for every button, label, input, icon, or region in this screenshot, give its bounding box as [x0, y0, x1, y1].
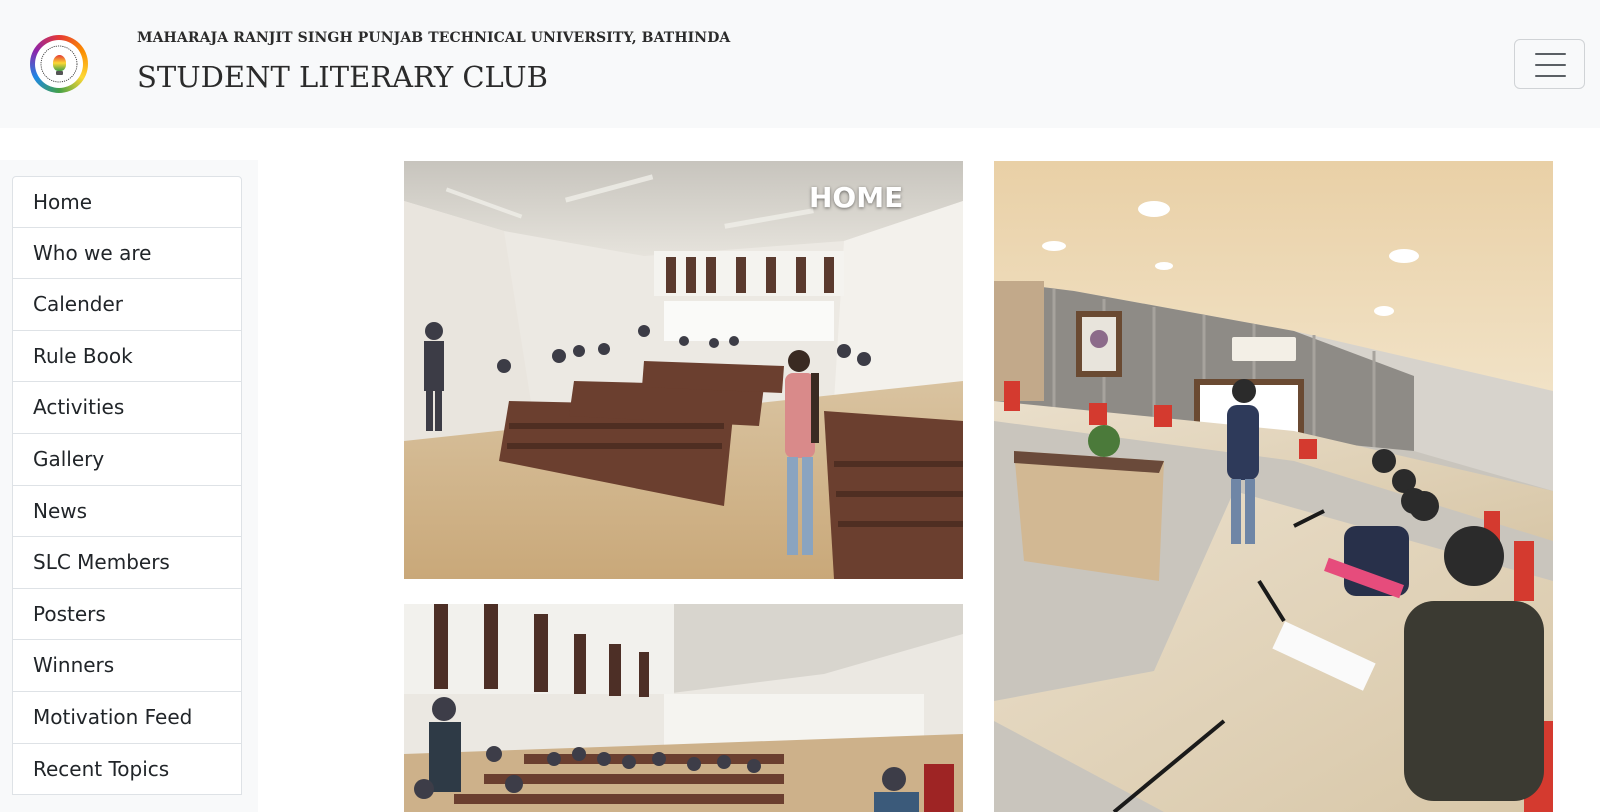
students-hall-image	[404, 604, 963, 812]
sidebar: Home Who we are Calender Rule Book Activ…	[0, 160, 258, 812]
navbar-toggle-button[interactable]	[1514, 39, 1585, 89]
sidebar-item-motivation-feed[interactable]: Motivation Feed	[12, 691, 242, 744]
sidebar-item-home[interactable]: Home	[12, 176, 242, 228]
lightbulb-icon	[53, 55, 66, 71]
gallery-photo-students-hall[interactable]	[404, 604, 963, 812]
sidebar-item-gallery[interactable]: Gallery	[12, 433, 242, 486]
sidebar-item-rule-book[interactable]: Rule Book	[12, 330, 242, 383]
gallery-photo-lecture-hall[interactable]: HOME	[404, 161, 963, 579]
logo-inner-badge	[35, 40, 83, 88]
hamburger-menu-icon	[1535, 75, 1566, 77]
photo-overlay-caption: HOME	[809, 181, 904, 214]
sidebar-item-posters[interactable]: Posters	[12, 588, 242, 641]
sidebar-item-activities[interactable]: Activities	[12, 382, 242, 434]
student-literary-club-logo[interactable]	[30, 35, 88, 93]
site-header: MAHARAJA RANJIT SINGH PUNJAB TECHNICAL U…	[0, 0, 1600, 128]
sidebar-item-news[interactable]: News	[12, 485, 242, 538]
lecture-hall-image	[404, 161, 963, 579]
sidebar-item-recent-topics[interactable]: Recent Topics	[12, 743, 242, 796]
lightbulb-base	[56, 71, 63, 75]
university-name: MAHARAJA RANJIT SINGH PUNJAB TECHNICAL U…	[137, 30, 731, 46]
sidebar-item-who-we-are[interactable]: Who we are	[12, 227, 242, 280]
club-title[interactable]: STUDENT LITERARY CLUB	[137, 60, 548, 94]
sidebar-item-slc-members[interactable]: SLC Members	[12, 537, 242, 589]
sidebar-item-winners[interactable]: Winners	[12, 640, 242, 692]
hamburger-menu-icon	[1535, 53, 1566, 55]
sidebar-nav-list: Home Who we are Calender Rule Book Activ…	[12, 176, 242, 796]
gallery-photo-meeting-room[interactable]	[994, 161, 1553, 812]
sidebar-item-calender[interactable]: Calender	[12, 279, 242, 331]
hamburger-menu-icon	[1535, 64, 1566, 66]
meeting-room-image	[994, 161, 1553, 812]
